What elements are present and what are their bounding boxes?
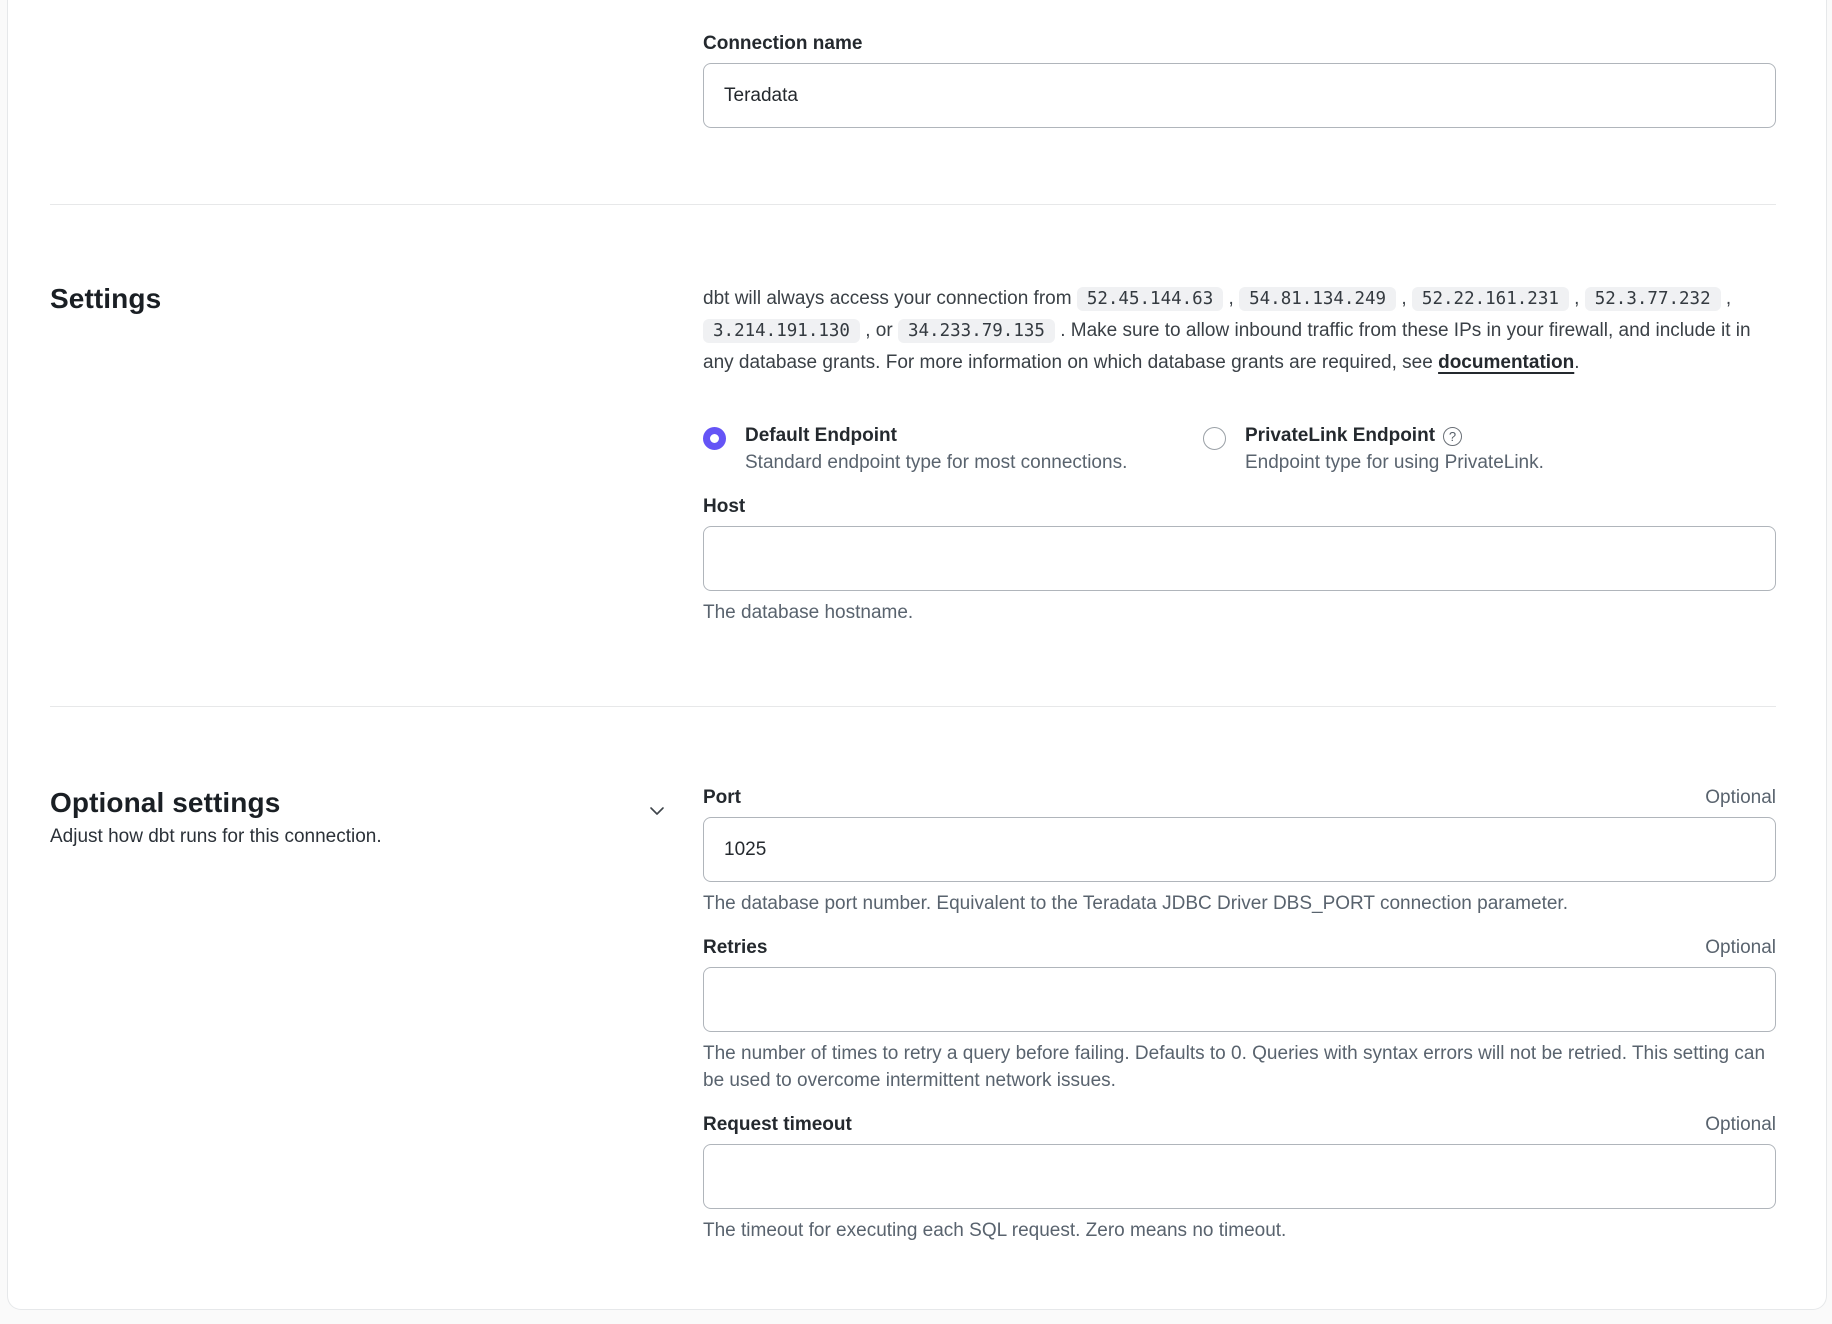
help-icon[interactable]: ? (1443, 427, 1462, 446)
ip-address-chip: 3.214.191.130 (703, 319, 860, 343)
ip-address-chip: 52.3.77.232 (1585, 287, 1721, 311)
radio-unselected-icon[interactable] (1203, 427, 1226, 450)
settings-title: Settings (50, 283, 161, 315)
privatelink-endpoint-option[interactable]: PrivateLink Endpoint ? Endpoint type for… (1203, 425, 1703, 474)
paragraph-text: , or (860, 320, 898, 341)
port-helper-text: The database port number. Equivalent to … (703, 890, 1776, 917)
optional-settings-left-column: Optional settings Adjust how dbt runs fo… (50, 787, 703, 1244)
host-field: Host The database hostname. (703, 496, 1776, 626)
connection-name-field-wrap: Connection name (703, 33, 1776, 128)
optional-badge: Optional (1705, 787, 1776, 809)
port-field: Port Optional The database port number. … (703, 787, 1776, 917)
host-helper-text: The database hostname. (703, 599, 1776, 626)
optional-settings-section: Optional settings Adjust how dbt runs fo… (50, 707, 1776, 1288)
connection-name-label: Connection name (703, 33, 862, 55)
ip-address-chip: 34.233.79.135 (898, 319, 1055, 343)
paragraph-text: , (1223, 288, 1239, 309)
retries-input[interactable] (703, 967, 1776, 1032)
settings-form: dbt will always access your connection f… (703, 283, 1776, 626)
chevron-down-icon[interactable] (647, 801, 667, 826)
privatelink-endpoint-description: Endpoint type for using PrivateLink. (1245, 452, 1544, 474)
default-endpoint-option[interactable]: Default Endpoint Standard endpoint type … (703, 425, 1203, 474)
host-label: Host (703, 496, 745, 518)
connection-name-input[interactable] (703, 63, 1776, 128)
optional-settings-form: Port Optional The database port number. … (703, 787, 1776, 1244)
optional-settings-title: Optional settings (50, 787, 382, 819)
privatelink-endpoint-label: PrivateLink Endpoint (1245, 425, 1435, 447)
port-label: Port (703, 787, 741, 809)
request-timeout-field: Request timeout Optional The timeout for… (703, 1114, 1776, 1244)
request-timeout-label: Request timeout (703, 1114, 852, 1136)
connection-name-field: Connection name (703, 33, 1776, 128)
paragraph-text: , (1569, 288, 1585, 309)
connection-name-left-column (50, 33, 703, 128)
retries-helper-text: The number of times to retry a query bef… (703, 1040, 1776, 1094)
ip-allowlist-paragraph: dbt will always access your connection f… (703, 283, 1776, 379)
paragraph-text: , (1396, 288, 1412, 309)
paragraph-text: dbt will always access your connection f… (703, 288, 1077, 309)
connection-settings-panel: Connection name Settings dbt will always… (7, 0, 1827, 1310)
connection-name-section: Connection name (50, 0, 1776, 204)
default-endpoint-label: Default Endpoint (745, 425, 1127, 447)
settings-left-column: Settings (50, 283, 703, 626)
optional-badge: Optional (1705, 937, 1776, 959)
retries-label: Retries (703, 937, 767, 959)
request-timeout-helper-text: The timeout for executing each SQL reque… (703, 1217, 1776, 1244)
ip-address-chip: 54.81.134.249 (1239, 287, 1396, 311)
ip-address-chip: 52.22.161.231 (1412, 287, 1569, 311)
settings-section: Settings dbt will always access your con… (50, 205, 1776, 706)
default-endpoint-description: Standard endpoint type for most connecti… (745, 452, 1127, 474)
ip-address-chip: 52.45.144.63 (1077, 287, 1223, 311)
radio-selected-icon[interactable] (703, 427, 726, 450)
host-input[interactable] (703, 526, 1776, 591)
optional-badge: Optional (1705, 1114, 1776, 1136)
endpoint-radio-group: Default Endpoint Standard endpoint type … (703, 425, 1776, 474)
paragraph-text: , (1721, 288, 1732, 309)
documentation-link[interactable]: documentation (1438, 352, 1574, 373)
request-timeout-input[interactable] (703, 1144, 1776, 1209)
optional-settings-subtitle: Adjust how dbt runs for this connection. (50, 826, 382, 848)
paragraph-text: . (1574, 352, 1579, 373)
retries-field: Retries Optional The number of times to … (703, 937, 1776, 1094)
port-input[interactable] (703, 817, 1776, 882)
